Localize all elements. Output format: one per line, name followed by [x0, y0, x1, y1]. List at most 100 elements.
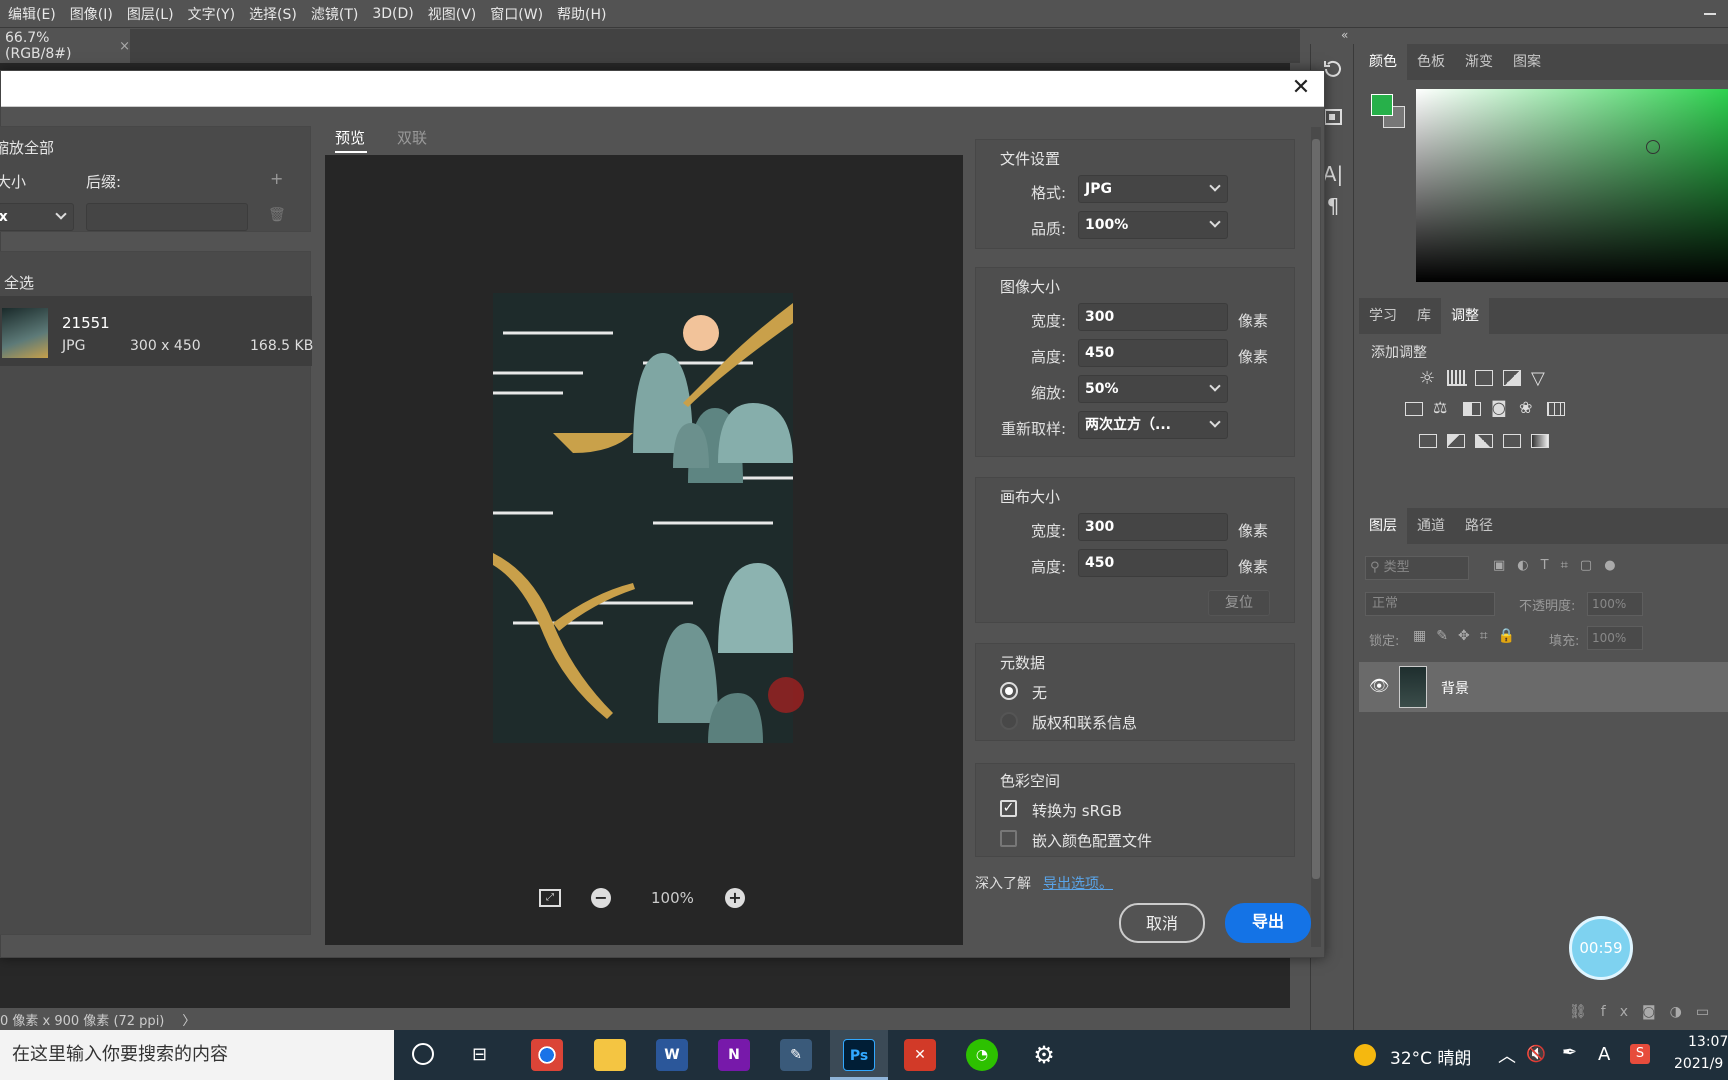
menu-layer[interactable]: 图层(L): [127, 4, 174, 24]
task-view-icon[interactable]: ⊟: [472, 1044, 487, 1065]
scrollbar-thumb[interactable]: [1312, 139, 1320, 879]
new-adjustment-icon[interactable]: ◑: [1670, 1004, 1696, 1020]
resample-select[interactable]: 两次立方（...: [1078, 411, 1228, 439]
tab-gradients[interactable]: 渐变: [1455, 44, 1503, 80]
layer-name[interactable]: 背景: [1441, 678, 1469, 698]
collapse-panels-icon[interactable]: «: [1341, 28, 1348, 42]
tab-preview[interactable]: 预览: [335, 127, 365, 148]
menu-view[interactable]: 视图(V): [428, 4, 477, 24]
tab-adjustments[interactable]: 调整: [1441, 298, 1489, 334]
tab-layers[interactable]: 图层: [1359, 508, 1407, 544]
lock-position-icon[interactable]: ✥: [1458, 628, 1480, 644]
brightness-icon[interactable]: ☼: [1419, 368, 1435, 389]
close-icon[interactable]: ✕: [1288, 75, 1314, 101]
menu-type[interactable]: 文字(Y): [188, 4, 235, 24]
layer-kind-filter[interactable]: ⚲ 类型: [1365, 556, 1469, 580]
menu-filter[interactable]: 滤镜(T): [311, 4, 358, 24]
lock-pixels-icon[interactable]: ✎: [1436, 628, 1458, 644]
hue-saturation-icon[interactable]: [1405, 402, 1423, 416]
fill-field[interactable]: 100%: [1587, 626, 1643, 650]
tab-color[interactable]: 颜色: [1359, 44, 1407, 80]
export-button[interactable]: 导出: [1225, 903, 1311, 943]
tab-libraries[interactable]: 库: [1407, 298, 1441, 334]
zoom-out-icon[interactable]: −: [591, 888, 611, 908]
add-mask-icon[interactable]: ◙: [1642, 1004, 1670, 1020]
foreground-color-swatch[interactable]: [1371, 94, 1393, 116]
tab-learn[interactable]: 学习: [1359, 298, 1407, 334]
ime-indicator[interactable]: A: [1598, 1044, 1610, 1065]
posterize-icon[interactable]: [1447, 434, 1465, 448]
metadata-none-radio[interactable]: [1000, 682, 1018, 700]
image-height-input[interactable]: 450: [1078, 339, 1228, 367]
quality-select[interactable]: 100%: [1078, 211, 1228, 239]
tab-swatches[interactable]: 色板: [1407, 44, 1455, 80]
lock-all-icon[interactable]: 🔒: [1498, 628, 1525, 644]
tab-2-up[interactable]: 双联: [397, 127, 427, 148]
adjustment-filter-icon[interactable]: ◐: [1517, 558, 1540, 573]
tab-paths[interactable]: 路径: [1455, 508, 1503, 544]
color-picker-handle[interactable]: [1646, 140, 1660, 154]
clock-date[interactable]: 2021/9: [1674, 1056, 1723, 1072]
trash-icon[interactable]: 🗑: [268, 207, 286, 223]
filter-toggle-icon[interactable]: ●: [1604, 558, 1627, 573]
exposure-icon[interactable]: [1503, 370, 1521, 386]
layer-row[interactable]: 👁 背景: [1359, 662, 1728, 712]
format-select[interactable]: JPG: [1078, 175, 1228, 203]
pen-icon[interactable]: ✒: [1562, 1042, 1577, 1063]
curves-icon[interactable]: [1475, 370, 1493, 386]
invert-icon[interactable]: [1419, 434, 1437, 448]
menu-window[interactable]: 窗口(W): [490, 4, 543, 24]
lock-transparent-icon[interactable]: ▦: [1413, 628, 1436, 644]
clock-time[interactable]: 13:07: [1688, 1034, 1728, 1050]
chrome-icon[interactable]: [531, 1039, 563, 1071]
reset-button[interactable]: 复位: [1208, 590, 1270, 616]
onenote-icon[interactable]: N: [718, 1039, 750, 1071]
blend-mode-select[interactable]: 正常: [1365, 592, 1495, 616]
color-picker-field[interactable]: [1416, 89, 1728, 282]
visibility-eye-icon[interactable]: 👁: [1369, 676, 1389, 695]
word-icon[interactable]: W: [656, 1039, 688, 1071]
add-scale-icon[interactable]: +: [270, 169, 283, 188]
vibrance-icon[interactable]: ▽: [1531, 368, 1545, 389]
black-white-icon[interactable]: [1463, 402, 1481, 416]
close-icon[interactable]: ×: [119, 39, 130, 54]
photoshop-icon[interactable]: Ps: [843, 1039, 875, 1071]
paint-icon[interactable]: ✎: [780, 1039, 812, 1071]
cortana-icon[interactable]: [412, 1043, 434, 1065]
status-arrow-icon[interactable]: 〉: [182, 1010, 195, 1029]
menu-edit[interactable]: 编辑(E): [8, 4, 56, 24]
new-group-icon[interactable]: ▭: [1696, 1004, 1723, 1020]
document-tab[interactable]: 66.7%(RGB/8#) ×: [0, 29, 130, 63]
select-all-label[interactable]: 全选: [0, 272, 34, 293]
selective-color-icon[interactable]: [1503, 434, 1521, 448]
photo-filter-icon[interactable]: ◙: [1491, 398, 1507, 417]
canvas-height-input[interactable]: 450: [1078, 549, 1228, 577]
settings-gear-icon[interactable]: ⚙: [1028, 1039, 1060, 1071]
weather-text[interactable]: 32°C 晴朗: [1390, 1044, 1471, 1069]
minimize-icon[interactable]: [1704, 13, 1716, 15]
fx-icon[interactable]: fx: [1601, 1004, 1642, 1020]
scale-select[interactable]: 50%: [1078, 375, 1228, 403]
shape-filter-icon[interactable]: ⌗: [1561, 558, 1580, 573]
smart-filter-icon[interactable]: ▢: [1580, 558, 1604, 573]
pixel-filter-icon[interactable]: ▣: [1493, 558, 1517, 573]
menu-image[interactable]: 图像(I): [70, 4, 113, 24]
convert-srgb-checkbox[interactable]: ✓: [1000, 800, 1017, 817]
link-layers-icon[interactable]: ⛓: [1569, 1004, 1601, 1020]
zoom-in-icon[interactable]: +: [725, 888, 745, 908]
menu-help[interactable]: 帮助(H): [557, 4, 606, 24]
lock-artboard-icon[interactable]: ⌗: [1480, 628, 1498, 644]
menu-select[interactable]: 选择(S): [249, 4, 297, 24]
export-options-link[interactable]: 导出选项。: [1043, 873, 1113, 893]
asset-row[interactable]: 21551 JPG 300 x 450 168.5 KB: [0, 296, 313, 366]
canvas-width-input[interactable]: 300: [1078, 513, 1228, 541]
wechat-icon[interactable]: ◔: [966, 1039, 998, 1071]
metadata-copyright-radio[interactable]: [1000, 712, 1018, 730]
wps-icon[interactable]: S: [1630, 1044, 1650, 1064]
size-select[interactable]: 1x: [0, 203, 74, 231]
tab-patterns[interactable]: 图案: [1503, 44, 1551, 80]
levels-icon[interactable]: [1447, 370, 1467, 386]
taskbar-search-input[interactable]: 在这里输入你要搜索的内容: [0, 1030, 394, 1080]
settings-scrollbar[interactable]: [1311, 127, 1321, 947]
image-width-input[interactable]: 300: [1078, 303, 1228, 331]
